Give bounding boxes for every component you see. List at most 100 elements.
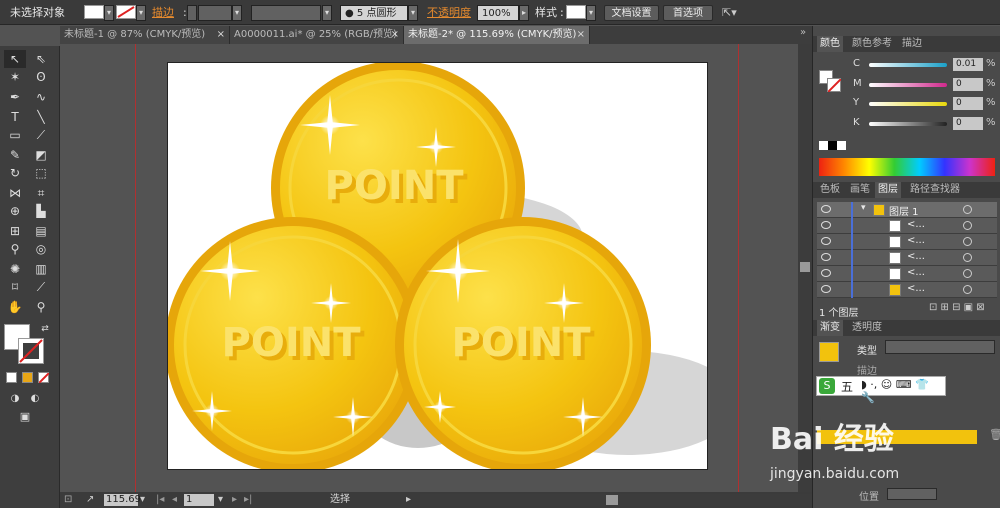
- none-mode-button[interactable]: [38, 372, 50, 384]
- free-transform-icon[interactable]: ⌗: [30, 184, 52, 202]
- fill-dropdown-caret[interactable]: ▾: [104, 5, 114, 21]
- graph-tool-icon[interactable]: ▥: [30, 260, 52, 278]
- tab-color-guide[interactable]: 颜色参考: [849, 36, 895, 52]
- artboard-tool-icon[interactable]: ⌑: [4, 278, 26, 296]
- opacity-label[interactable]: 不透明度: [427, 5, 471, 21]
- prev-page-icon[interactable]: ◂: [172, 494, 177, 506]
- gradient-mode-button[interactable]: [22, 372, 33, 383]
- ime-mode-label[interactable]: 五: [841, 378, 853, 395]
- visibility-icon[interactable]: [821, 205, 831, 213]
- target-icon[interactable]: [963, 205, 972, 214]
- color-mode-button[interactable]: [6, 372, 17, 383]
- curvature-tool-icon[interactable]: ∿: [30, 88, 52, 106]
- stroke-label[interactable]: 描边: [152, 5, 174, 21]
- tab-gradient[interactable]: 渐变: [817, 320, 843, 336]
- close-icon[interactable]: ×: [577, 26, 585, 44]
- zoom-caret[interactable]: ▾: [140, 494, 145, 506]
- layer-row[interactable]: <...: [817, 234, 997, 250]
- direct-selection-tool-icon[interactable]: ⇖: [30, 50, 52, 68]
- eyedropper-icon[interactable]: ⚲: [4, 240, 26, 258]
- layer-row[interactable]: <...: [817, 218, 997, 234]
- swap-fill-stroke-icon[interactable]: ⇄: [34, 320, 56, 338]
- tab-overflow-icon[interactable]: »: [800, 27, 806, 38]
- visibility-icon[interactable]: [821, 237, 831, 245]
- rectangle-tool-icon[interactable]: ▭: [4, 126, 26, 144]
- next-page-icon[interactable]: ▸: [232, 494, 237, 506]
- target-icon[interactable]: [963, 237, 972, 246]
- lasso-icon[interactable]: ʘ: [30, 68, 52, 86]
- magenta-slider[interactable]: M 0 %: [853, 78, 998, 92]
- status-menu-icon[interactable]: ⊡: [64, 494, 72, 506]
- brush-definition[interactable]: ● 5 点圆形: [340, 5, 408, 21]
- horizontal-scrollbar[interactable]: [420, 494, 812, 506]
- sogou-icon[interactable]: S: [819, 378, 835, 394]
- draw-inside-icon[interactable]: ◐: [24, 390, 46, 408]
- target-icon[interactable]: [963, 253, 972, 262]
- target-icon[interactable]: [963, 221, 972, 230]
- shape-builder-icon[interactable]: ⊕: [4, 202, 26, 220]
- blend-tool-icon[interactable]: ◎: [30, 240, 52, 258]
- document-settings-button[interactable]: 文档设置: [604, 5, 659, 21]
- line-tool-icon[interactable]: ╲: [30, 108, 52, 126]
- ime-toolbar[interactable]: S 五 ◗ ·, ☺ ⌨ 👕 🔧: [816, 376, 946, 404]
- black-slider[interactable]: K 0 %: [853, 117, 998, 131]
- rotate-tool-icon[interactable]: ↻: [4, 164, 26, 182]
- visibility-icon[interactable]: [821, 269, 831, 277]
- close-icon[interactable]: ×: [217, 26, 225, 44]
- black-value[interactable]: 0: [953, 117, 983, 130]
- variable-width-profile[interactable]: [251, 5, 321, 21]
- stroke-swatch[interactable]: [116, 5, 136, 19]
- visibility-icon[interactable]: [821, 221, 831, 229]
- zoom-field[interactable]: 115.69: [104, 494, 141, 506]
- scroll-thumb[interactable]: [606, 495, 618, 505]
- gradient-tool-icon[interactable]: ▤: [30, 222, 52, 240]
- tab-stroke[interactable]: 描边: [899, 36, 925, 52]
- magic-wand-icon[interactable]: ✶: [4, 68, 26, 86]
- width-tool-icon[interactable]: ⋈: [4, 184, 26, 202]
- target-icon[interactable]: [963, 269, 972, 278]
- perspective-grid-icon[interactable]: ▙: [30, 202, 52, 220]
- delete-stop-icon[interactable]: 🗑: [989, 428, 1000, 441]
- tab-untitled-1[interactable]: 未标题-1 @ 87% (CMYK/预览) ×: [60, 26, 230, 44]
- stroke-dropdown-caret[interactable]: ▾: [136, 5, 146, 21]
- slice-tool-icon[interactable]: ⟋: [30, 278, 52, 296]
- pencil-icon[interactable]: ✎: [4, 146, 26, 164]
- tab-brushes[interactable]: 画笔: [847, 182, 873, 198]
- style-swatch[interactable]: [566, 5, 586, 19]
- hand-tool-icon[interactable]: ✋: [4, 298, 26, 316]
- last-page-icon[interactable]: ▸|: [244, 494, 252, 506]
- selection-tool-icon[interactable]: ↖: [4, 50, 26, 68]
- opacity-field[interactable]: 100%: [477, 5, 519, 21]
- arrange-icon[interactable]: ⇱▾: [722, 5, 737, 21]
- profile-caret[interactable]: ▾: [322, 5, 332, 21]
- ime-tools-icons[interactable]: ◗ ·, ☺ ⌨ 👕 🔧: [861, 378, 945, 404]
- expand-icon[interactable]: ▾: [861, 203, 866, 213]
- layer-row[interactable]: <...: [817, 266, 997, 282]
- layer-actions-icons[interactable]: ⊡ ⊞ ⊟ ▣ ⊠: [929, 302, 985, 313]
- stroke-weight-field[interactable]: [198, 5, 232, 21]
- visibility-icon[interactable]: [821, 285, 831, 293]
- tab-a0000011[interactable]: A0000011.ai* @ 25% (RGB/预览) ×: [230, 26, 404, 44]
- type-tool-icon[interactable]: T: [4, 108, 26, 126]
- panel-stroke-swatch[interactable]: [827, 78, 842, 93]
- color-spectrum[interactable]: [819, 158, 995, 176]
- quick-swatches[interactable]: [819, 140, 849, 150]
- preferences-button[interactable]: 首选项: [663, 5, 713, 21]
- stroke-weight-stepper[interactable]: [187, 5, 197, 21]
- page-field[interactable]: 1: [184, 494, 214, 506]
- scale-tool-icon[interactable]: ⬚: [30, 164, 52, 182]
- export-icon[interactable]: ↗: [86, 494, 94, 506]
- close-icon[interactable]: ×: [391, 26, 399, 44]
- symbol-sprayer-icon[interactable]: ✺: [4, 260, 26, 278]
- visibility-icon[interactable]: [821, 253, 831, 261]
- artboard[interactable]: POINT POINT POINT POINT POINT POINT: [165, 61, 738, 473]
- layer-row[interactable]: <...: [817, 250, 997, 266]
- yellow-slider[interactable]: Y 0 %: [853, 97, 998, 111]
- magenta-value[interactable]: 0: [953, 78, 983, 91]
- scroll-thumb[interactable]: [800, 262, 810, 272]
- tab-untitled-2[interactable]: 未标题-2* @ 115.69% (CMYK/预览) ×: [404, 26, 590, 44]
- style-caret[interactable]: ▾: [586, 5, 596, 21]
- draw-mode-icon[interactable]: ◑: [4, 390, 26, 408]
- gradient-type-select[interactable]: [885, 340, 995, 354]
- stroke-indicator[interactable]: [18, 338, 44, 364]
